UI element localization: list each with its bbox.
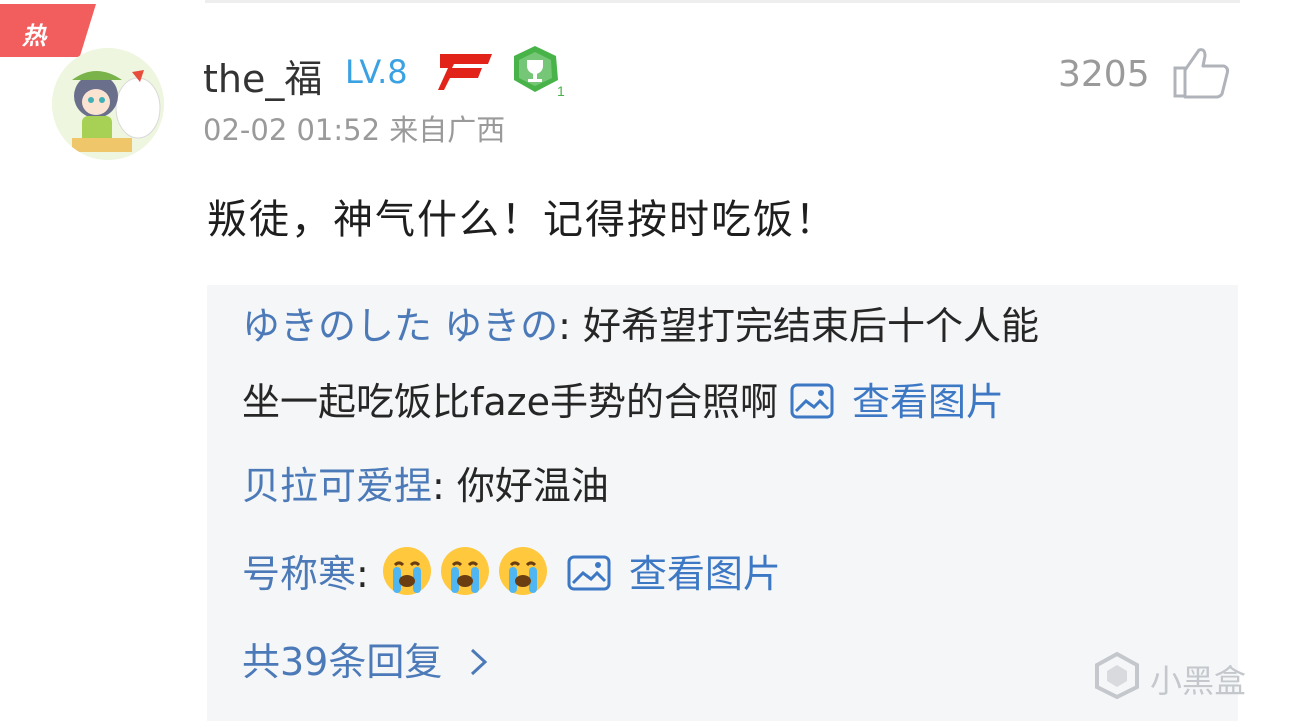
trophy-badge-icon: 1 xyxy=(514,46,565,99)
reply-separator: : xyxy=(432,464,445,508)
image-icon[interactable] xyxy=(567,555,611,591)
username[interactable]: the_福 xyxy=(203,48,322,103)
thumbs-up-icon[interactable] xyxy=(1172,46,1232,100)
avatar[interactable] xyxy=(52,48,164,160)
avatar-image xyxy=(52,48,164,160)
hot-badge-label: 热 xyxy=(22,22,46,50)
svg-text:1: 1 xyxy=(557,83,565,99)
reply-text: 坐一起吃饭比faze手势的合照啊 xyxy=(242,380,778,424)
timestamp: 02-02 01:52 来自广西 xyxy=(203,113,506,147)
reply-separator: : xyxy=(356,552,369,596)
level-badge: LV.8 xyxy=(345,53,408,91)
reply-item-continued[interactable]: 坐一起吃饭比faze手势的合照啊 查看图片 xyxy=(242,371,1004,426)
faze-logo-icon xyxy=(438,54,492,90)
like-count: 3205 xyxy=(1058,54,1150,95)
chevron-right-icon xyxy=(471,648,488,676)
hot-badge: 热 xyxy=(0,4,96,57)
image-icon[interactable] xyxy=(790,383,834,419)
more-replies-label: 共39条回复 xyxy=(242,640,443,684)
reply-separator: : xyxy=(558,304,571,348)
reply-author[interactable]: 号称寒 xyxy=(242,552,356,596)
crying-emoji-icon xyxy=(498,547,547,595)
watermark-text: 小黑盒 xyxy=(1150,662,1247,700)
reply-text: 你好温油 xyxy=(444,464,609,508)
more-replies-link[interactable]: 共39条回复 xyxy=(242,631,490,686)
reply-author[interactable]: 贝拉可爱捏 xyxy=(242,464,432,508)
reply-author[interactable]: ゆきのした ゆきの xyxy=(242,304,558,348)
view-image-link[interactable]: 查看图片 xyxy=(629,552,781,596)
crying-emoji-icon xyxy=(440,547,489,595)
reply-item[interactable]: 号称寒: 查看图片 xyxy=(242,543,781,598)
reply-text: 好希望打完结束后十个人能 xyxy=(570,304,1039,348)
top-divider xyxy=(205,0,1240,3)
reply-item[interactable]: 贝拉可爱捏: 你好温油 xyxy=(242,455,609,510)
heybox-logo-icon xyxy=(1095,651,1139,699)
crying-emoji-icon xyxy=(382,547,431,595)
view-image-link[interactable]: 查看图片 xyxy=(852,380,1004,424)
reply-list: ゆきのした ゆきの: 好希望打完结束后十个人能 坐一起吃饭比faze手势的合照啊… xyxy=(207,285,1238,721)
comment-text: 叛徒，神气什么！记得按时吃饭！ xyxy=(207,197,837,243)
reply-item[interactable]: ゆきのした ゆきの: 好希望打完结束后十个人能 xyxy=(242,295,1039,350)
